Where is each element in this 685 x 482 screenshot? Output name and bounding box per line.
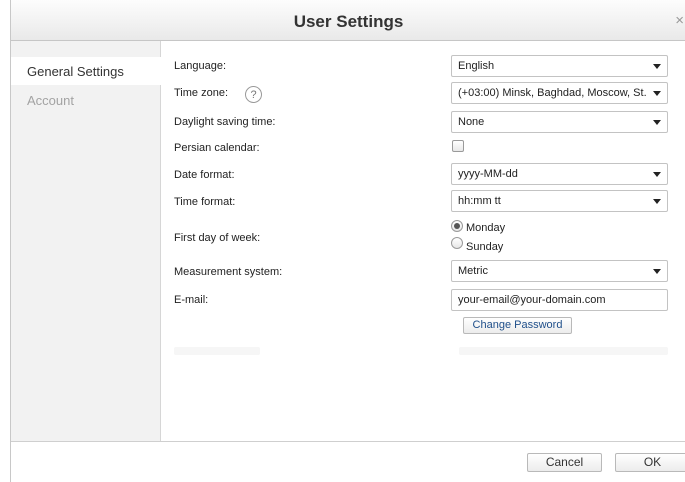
dialog-titlebar: User Settings × bbox=[11, 0, 685, 41]
persian-calendar-label: Persian calendar: bbox=[174, 142, 260, 154]
sidebar-item-account[interactable]: Account bbox=[11, 86, 161, 114]
sidebar-item-general-settings[interactable]: General Settings bbox=[11, 57, 161, 85]
time-zone-select[interactable]: (+03:00) Minsk, Baghdad, Moscow, St. Pet… bbox=[451, 82, 668, 104]
time-zone-label: Time zone: bbox=[174, 87, 229, 99]
settings-form: Language: English Time zone: ? (+03:00) … bbox=[161, 41, 685, 441]
language-label: Language: bbox=[174, 60, 226, 72]
email-field[interactable]: your-email@your-domain.com bbox=[451, 289, 668, 311]
time-format-value: hh:mm tt bbox=[458, 195, 501, 207]
close-icon[interactable]: × bbox=[675, 13, 684, 28]
chevron-down-icon bbox=[653, 64, 661, 69]
faded-placeholder-row bbox=[174, 347, 260, 355]
measurement-system-select[interactable]: Metric bbox=[451, 260, 668, 282]
chevron-down-icon bbox=[653, 120, 661, 125]
daylight-saving-value: None bbox=[458, 116, 485, 128]
language-value: English bbox=[458, 60, 495, 72]
radio-sunday[interactable] bbox=[451, 237, 463, 249]
measurement-system-value: Metric bbox=[458, 265, 488, 277]
chevron-down-icon bbox=[653, 269, 661, 274]
faded-placeholder-row bbox=[459, 347, 668, 355]
chevron-down-icon bbox=[653, 199, 661, 204]
user-settings-dialog: User Settings × General Settings Account… bbox=[10, 0, 685, 482]
radio-sunday-label[interactable]: Sunday bbox=[466, 241, 503, 253]
email-label: E-mail: bbox=[174, 294, 209, 306]
cancel-button[interactable]: Cancel bbox=[527, 453, 602, 472]
time-zone-value: (+03:00) Minsk, Baghdad, Moscow, St. Pet… bbox=[458, 87, 650, 99]
ok-button[interactable]: OK bbox=[615, 453, 685, 472]
measurement-system-label: Measurement system: bbox=[174, 266, 283, 278]
radio-monday-label[interactable]: Monday bbox=[466, 222, 505, 234]
time-format-label: Time format: bbox=[174, 196, 236, 208]
chevron-down-icon bbox=[653, 91, 661, 96]
dialog-footer: Cancel OK bbox=[11, 441, 685, 482]
daylight-saving-label: Daylight saving time: bbox=[174, 116, 276, 128]
daylight-saving-select[interactable]: None bbox=[451, 111, 668, 133]
date-format-label: Date format: bbox=[174, 169, 235, 181]
help-icon[interactable]: ? bbox=[245, 86, 262, 103]
chevron-down-icon bbox=[653, 172, 661, 177]
language-select[interactable]: English bbox=[451, 55, 668, 77]
time-format-select[interactable]: hh:mm tt bbox=[451, 190, 668, 212]
date-format-select[interactable]: yyyy-MM-dd bbox=[451, 163, 668, 185]
dialog-title: User Settings bbox=[293, 12, 404, 31]
settings-sidebar: General Settings Account bbox=[11, 41, 161, 441]
change-password-button[interactable]: Change Password bbox=[463, 317, 572, 334]
date-format-value: yyyy-MM-dd bbox=[458, 168, 518, 180]
radio-monday[interactable] bbox=[451, 220, 463, 232]
persian-calendar-checkbox[interactable] bbox=[452, 140, 464, 152]
first-day-of-week-label: First day of week: bbox=[174, 232, 261, 244]
